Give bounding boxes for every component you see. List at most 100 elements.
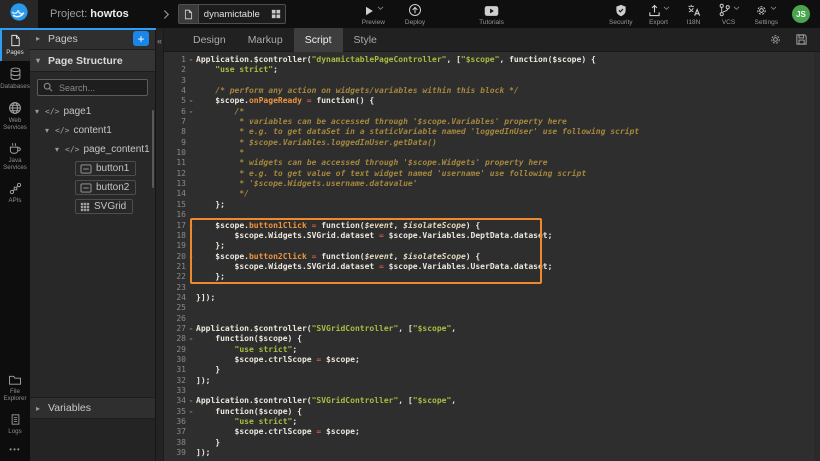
code-line[interactable]: 11 * widgets can be accessed through '$s… (164, 158, 820, 168)
code-line[interactable]: 21 $scope.Widgets.SVGrid.dataset = $scop… (164, 262, 820, 272)
rail-overflow-menu[interactable]: ••• (0, 440, 30, 461)
code-line[interactable]: 26 (164, 314, 820, 324)
editor-settings-button[interactable] (769, 33, 782, 46)
code-line[interactable]: 10 * (164, 148, 820, 158)
sidebar-item-web-services[interactable]: Web Services (0, 95, 30, 136)
pages-section-header[interactable]: ▸ Pages + (30, 28, 155, 50)
code-line[interactable]: 8 * e.g. to get dataSet in a staticVaria… (164, 127, 820, 137)
code-line[interactable]: 28- function($scope) { (164, 334, 820, 344)
code-line[interactable]: 17- $scope.button1Click = function($even… (164, 221, 820, 231)
sidebar-item-apis[interactable]: APIs (0, 176, 30, 209)
tab-style[interactable]: Style (343, 28, 388, 52)
vcs-button[interactable]: VCS (712, 1, 746, 28)
code-line[interactable]: 2 "use strict"; (164, 65, 820, 75)
sidebar-item-file-explorer[interactable]: File Explorer (0, 368, 30, 407)
code-line[interactable]: 33 (164, 386, 820, 396)
code-line[interactable]: 3 (164, 76, 820, 86)
collapse-panel-icon[interactable]: « (156, 36, 163, 46)
tree-node-button1[interactable]: button1 (30, 159, 155, 178)
tab-script[interactable]: Script (294, 28, 343, 52)
grid-icon[interactable] (267, 9, 285, 19)
code-line[interactable]: 27-Application.$controller("SVGridContro… (164, 324, 820, 334)
line-number: 6 (168, 107, 186, 117)
i18n-button[interactable]: I18N (679, 1, 709, 28)
code-text: $scope.ctrlScope = $scope; (196, 355, 820, 365)
sidebar-item-logs[interactable]: Logs (0, 407, 30, 440)
code-line[interactable]: 15 }; (164, 200, 820, 210)
export-button[interactable]: Export (642, 1, 676, 28)
project-label: Project: (50, 8, 87, 20)
tutorials-button[interactable]: Tutorials (473, 1, 510, 28)
code-line[interactable]: 20- $scope.button2Click = function($even… (164, 252, 820, 262)
code-line[interactable]: 24}]); (164, 293, 820, 303)
gear-icon (769, 33, 782, 46)
code-line[interactable]: 25 (164, 303, 820, 313)
code-line[interactable]: 38 } (164, 438, 820, 448)
variables-section-header[interactable]: ▸ Variables (30, 397, 155, 419)
code-line[interactable]: 29 "use strict"; (164, 345, 820, 355)
script-code-editor[interactable]: 1-Application.$controller("dynamictableP… (164, 52, 820, 461)
fold-marker[interactable]: - (186, 324, 196, 334)
code-line[interactable]: 14 */ (164, 189, 820, 199)
code-line[interactable]: 22 }; (164, 272, 820, 282)
fold-marker[interactable]: - (186, 96, 196, 106)
editor-toolbar-icons (769, 33, 820, 46)
code-line[interactable]: 18 $scope.Widgets.SVGrid.dataset = $scop… (164, 231, 820, 241)
widget-chip[interactable]: SVGrid (75, 199, 133, 214)
code-line[interactable]: 30 $scope.ctrlScope = $scope; (164, 355, 820, 365)
code-line[interactable]: 12 * e.g. to get value of text widget na… (164, 169, 820, 179)
code-line[interactable]: 9 * $scope.Variables.loggedInUser.getDat… (164, 138, 820, 148)
code-line[interactable]: 7 * variables can be accessed through '$… (164, 117, 820, 127)
code-line[interactable]: 16 (164, 210, 820, 220)
code-line[interactable]: 35- function($scope) { (164, 407, 820, 417)
code-line[interactable]: 5- $scope.onPageReady = function() { (164, 96, 820, 106)
expand-arrow-icon[interactable]: ▾ (35, 107, 45, 116)
widget-chip[interactable]: button1 (75, 161, 136, 176)
code-line[interactable]: 39]); (164, 448, 820, 458)
line-number: 18 (168, 231, 186, 241)
fold-marker[interactable]: - (186, 221, 196, 231)
sidebar-item-java-services[interactable]: Java Services (0, 136, 30, 176)
deploy-button[interactable]: Deploy (399, 1, 431, 28)
page-structure-header[interactable]: ▾ Page Structure (30, 50, 155, 72)
page-tab-dynamictable[interactable]: dynamictable (178, 4, 286, 24)
expand-arrow-icon[interactable]: ▾ (45, 126, 55, 135)
tree-node-content1[interactable]: ▾</>content1 (30, 121, 155, 140)
fold-marker[interactable]: - (186, 252, 196, 262)
expand-arrow-icon[interactable]: ▾ (55, 145, 65, 154)
tree-node-button2[interactable]: button2 (30, 178, 155, 197)
preview-button[interactable]: Preview (356, 1, 391, 28)
code-line[interactable]: 31 } (164, 365, 820, 375)
tree-node-page1[interactable]: ▾</>page1 (30, 102, 155, 121)
fold-marker[interactable]: - (186, 55, 196, 65)
tab-markup[interactable]: Markup (237, 28, 294, 52)
settings-button[interactable]: Settings (749, 1, 785, 28)
app-logo[interactable] (0, 0, 38, 28)
fold-marker[interactable]: - (186, 107, 196, 117)
sidebar-item-pages[interactable]: Pages (0, 28, 30, 61)
code-line[interactable]: 23 (164, 283, 820, 293)
code-line[interactable]: 19 }; (164, 241, 820, 251)
save-button[interactable] (795, 33, 808, 46)
code-line[interactable]: 6- /* (164, 107, 820, 117)
tree-scrollbar[interactable] (152, 110, 154, 188)
sidebar-item-databases[interactable]: Databases (0, 61, 30, 95)
code-line[interactable]: 37 $scope.ctrlScope = $scope; (164, 427, 820, 437)
tree-node-page_content1[interactable]: ▾</>page_content1 (30, 140, 155, 159)
widget-chip[interactable]: button2 (75, 180, 136, 195)
fold-marker[interactable]: - (186, 334, 196, 344)
code-line[interactable]: 4 /* perform any action on widgets/varia… (164, 86, 820, 96)
code-line[interactable]: 36 "use strict"; (164, 417, 820, 427)
search-input[interactable] (57, 82, 142, 94)
code-line[interactable]: 34-Application.$controller("SVGridContro… (164, 396, 820, 406)
code-line[interactable]: 13 * '$scope.Widgets.username.datavalue' (164, 179, 820, 189)
user-avatar[interactable]: JS (792, 5, 810, 23)
fold-marker[interactable]: - (186, 396, 196, 406)
add-page-button[interactable]: + (133, 31, 149, 46)
tree-node-SVGrid[interactable]: SVGrid (30, 197, 155, 216)
code-line[interactable]: 32]); (164, 376, 820, 386)
security-button[interactable]: Security (603, 1, 638, 28)
code-line[interactable]: 1-Application.$controller("dynamictableP… (164, 55, 820, 65)
fold-marker[interactable]: - (186, 407, 196, 417)
tab-design[interactable]: Design (182, 28, 237, 52)
